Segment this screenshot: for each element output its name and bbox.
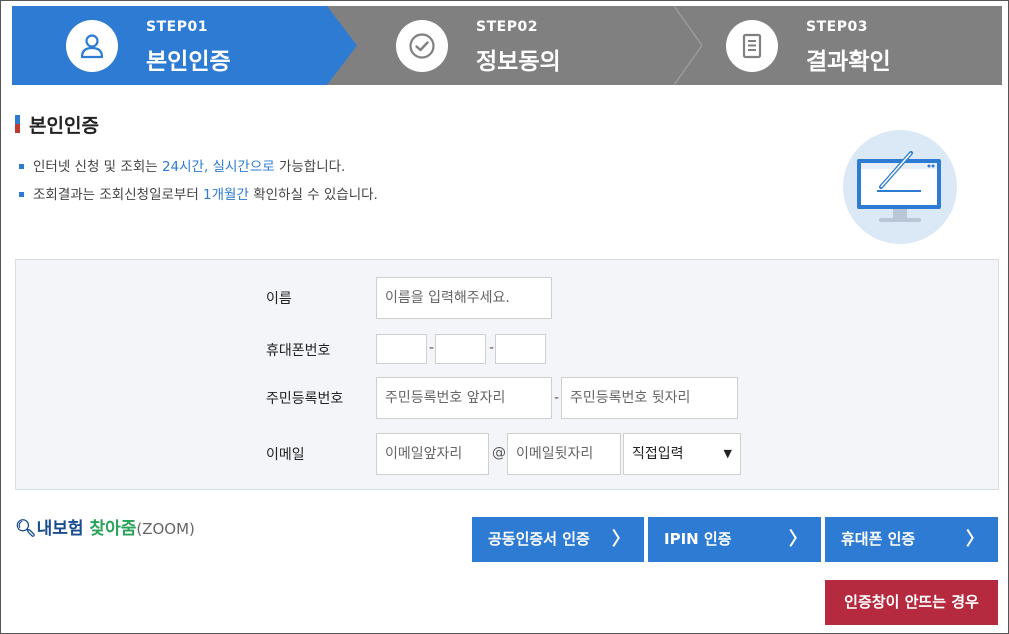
zoom-logo-text: 찾아줌 xyxy=(89,519,137,539)
select-value: 직접입력 xyxy=(632,446,684,462)
section-title-text: 본인인증 xyxy=(29,115,99,137)
zoom-logo-text: (ZOOM) xyxy=(136,520,195,538)
step-divider xyxy=(673,6,702,85)
auth-help-button[interactable]: 인증창이 안뜨는 경우 xyxy=(825,580,998,625)
email-front-input[interactable]: 이메일앞자리 xyxy=(376,433,489,475)
dash: - xyxy=(429,340,435,356)
chevron-right-icon: 〉 xyxy=(612,529,630,550)
document-icon xyxy=(726,20,778,72)
title-bar-icon xyxy=(15,115,20,133)
chevron-right-icon: 〉 xyxy=(966,529,984,550)
search-icon: 🔍︎ xyxy=(15,519,37,539)
phone-auth-button[interactable]: 휴대폰 인증 〉 xyxy=(825,517,998,562)
phone-input-3[interactable] xyxy=(495,334,546,364)
chevron-down-icon: ▼ xyxy=(723,447,732,460)
info-text: 가능합니다. xyxy=(274,159,346,175)
zoom-logo[interactable]: 🔍︎내보험 찾아줌(ZOOM) xyxy=(15,514,195,539)
step-2-label: 정보동의 xyxy=(476,49,561,75)
info-list: 인터넷 신청 및 조회는 24시간, 실시간으로 가능합니다. 조회결과는 조회… xyxy=(19,158,378,214)
name-label: 이름 xyxy=(266,291,292,307)
step-1-number: STEP01 xyxy=(146,19,208,35)
button-label: 휴대폰 인증 xyxy=(841,530,916,548)
name-input[interactable]: 이름을 입력해주세요. xyxy=(376,277,552,319)
step-3: STEP03 결과확인 xyxy=(672,6,1002,85)
section-title: 본인인증 xyxy=(15,111,99,138)
step-2: STEP02 정보동의 xyxy=(342,6,672,85)
at-sign: @ xyxy=(492,445,506,461)
zoom-logo-text: 내보험 xyxy=(36,519,90,539)
dash: - xyxy=(489,340,495,356)
info-text: 인터넷 신청 및 조회는 xyxy=(33,159,162,175)
window-frame: STEP01 본인인증 STEP02 정보동의 STEP03 결과확인 본인인증… xyxy=(0,0,1009,634)
step-3-number: STEP03 xyxy=(806,19,868,35)
dash: - xyxy=(554,390,560,406)
rrn-back-input[interactable]: 주민등록번호 뒷자리 xyxy=(561,377,738,419)
step-2-number: STEP02 xyxy=(476,19,538,35)
step-indicator: STEP01 본인인증 STEP02 정보동의 STEP03 결과확인 xyxy=(12,6,1002,85)
info-text: 확인하실 수 있습니다. xyxy=(248,187,378,203)
button-label: IPIN 인증 xyxy=(664,530,732,548)
step-3-label: 결과확인 xyxy=(806,49,891,75)
info-highlight: 24시간, 실시간으로 xyxy=(161,159,275,175)
info-item: 인터넷 신청 및 조회는 24시간, 실시간으로 가능합니다. xyxy=(19,158,378,186)
identity-form: 이름 이름을 입력해주세요. 휴대폰번호 - - 주민등록번호 주민등록번호 앞… xyxy=(15,259,999,490)
phone-label: 휴대폰번호 xyxy=(266,343,331,359)
check-icon xyxy=(396,20,448,72)
rrn-front-input[interactable]: 주민등록번호 앞자리 xyxy=(376,377,552,419)
info-highlight: 1개월간 xyxy=(203,187,249,203)
rrn-label: 주민등록번호 xyxy=(266,391,344,407)
chevron-right-icon: 〉 xyxy=(789,529,807,550)
step-1-label: 본인인증 xyxy=(146,49,231,75)
step-1: STEP01 본인인증 xyxy=(12,6,357,85)
info-text: 조회결과는 조회신청일로부터 xyxy=(33,187,204,203)
ipin-auth-button[interactable]: IPIN 인증 〉 xyxy=(648,517,821,562)
cert-auth-button[interactable]: 공동인증서 인증 〉 xyxy=(472,517,644,562)
phone-input-1[interactable] xyxy=(376,334,427,364)
email-domain-select[interactable]: 직접입력 ▼ xyxy=(623,433,741,475)
info-item: 조회결과는 조회신청일로부터 1개월간 확인하실 수 있습니다. xyxy=(19,186,378,214)
monitor-illustration-icon xyxy=(843,130,957,244)
email-back-input[interactable]: 이메일뒷자리 xyxy=(507,433,621,475)
email-label: 이메일 xyxy=(266,447,305,463)
button-label: 공동인증서 인증 xyxy=(488,530,590,548)
person-icon xyxy=(66,20,118,72)
phone-input-2[interactable] xyxy=(435,334,486,364)
